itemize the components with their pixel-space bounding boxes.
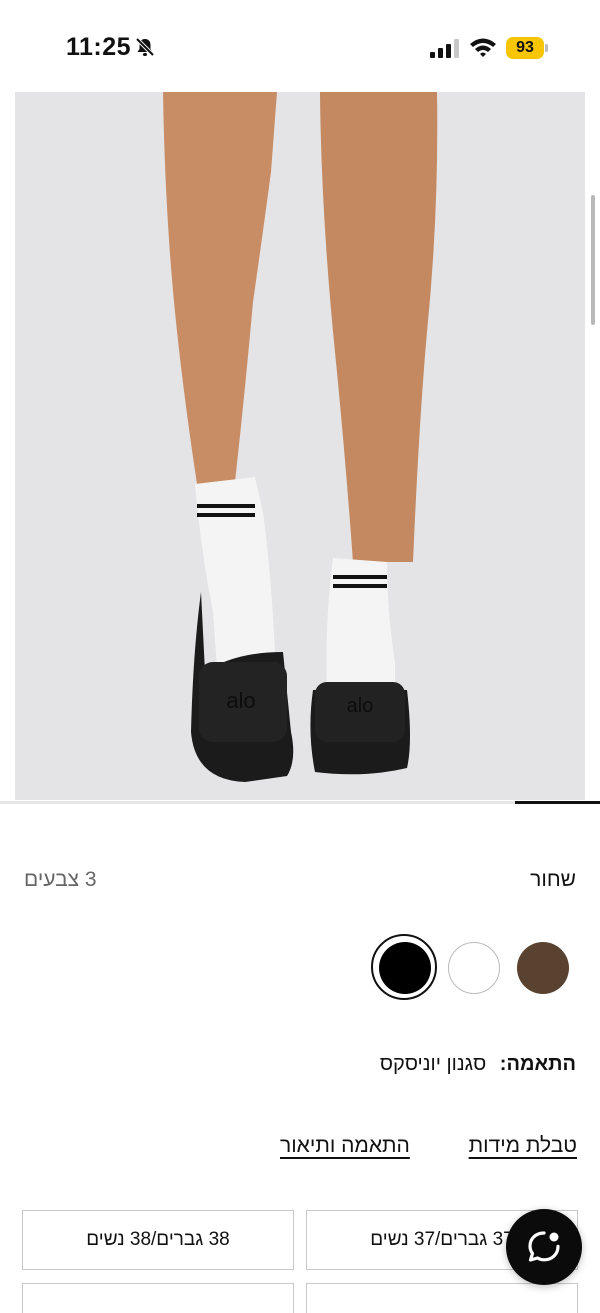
wifi-icon xyxy=(469,37,497,58)
chat-icon xyxy=(528,1231,560,1262)
size-option-38[interactable]: 38 גברים/38 נשים xyxy=(22,1210,294,1270)
product-image[interactable]: alo alo xyxy=(15,92,585,800)
page-scrollbar[interactable] xyxy=(591,195,595,325)
svg-text:alo: alo xyxy=(347,695,374,717)
selected-color-name: שחור xyxy=(530,868,576,891)
chat-button[interactable] xyxy=(506,1209,582,1285)
battery-indicator: 93 xyxy=(506,37,544,59)
svg-text:alo: alo xyxy=(226,688,255,713)
size-option-4[interactable] xyxy=(22,1283,294,1313)
battery-cap xyxy=(545,44,548,52)
status-time: 11:25 xyxy=(66,33,132,61)
status-bar: 11:25 93 xyxy=(0,0,600,92)
gallery-progress-bar xyxy=(515,801,600,804)
color-count: 3 צבעים xyxy=(24,868,97,891)
fit-description-link[interactable]: התאמה ותיאור xyxy=(280,1134,410,1158)
color-swatch-brown[interactable] xyxy=(517,942,569,994)
size-chart-link[interactable]: טבלת מידות xyxy=(469,1134,577,1158)
fit-label: התאמה: xyxy=(499,1053,576,1075)
bell-slash-icon xyxy=(134,36,156,58)
signal-icon xyxy=(430,39,460,58)
size-option-3[interactable] xyxy=(306,1283,578,1313)
fit-info: התאמה: סגנון יוניסקס xyxy=(380,1053,576,1076)
color-swatch-black[interactable] xyxy=(379,942,431,994)
fit-value: סגנון יוניסקס xyxy=(379,1053,487,1075)
color-swatch-white[interactable] xyxy=(448,942,500,994)
gallery-progress-track xyxy=(0,801,600,804)
product-photo: alo alo xyxy=(15,92,585,800)
